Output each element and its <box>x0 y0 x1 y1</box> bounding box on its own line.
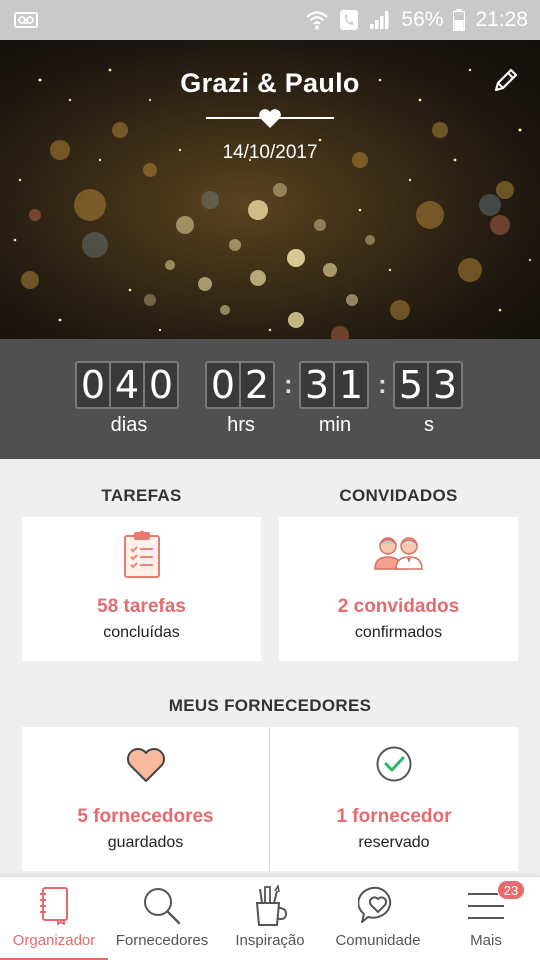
saved-vendors-card[interactable]: 5 fornecedores guardados <box>22 727 269 871</box>
nav-label: Inspiração <box>235 932 305 949</box>
check-circle-icon <box>376 746 412 782</box>
battery-icon <box>453 9 466 31</box>
pencil-icon <box>494 68 518 92</box>
minutes-label: min <box>318 414 352 436</box>
wedding-date: 14/10/2017 <box>222 142 318 163</box>
booked-vendors-status: reservado <box>358 834 430 851</box>
hours-label: hrs <box>227 414 255 436</box>
nav-label: Fornecedores <box>115 932 209 949</box>
tasks-card[interactable]: 58 tarefas concluídas <box>22 517 261 661</box>
countdown-days: 0 4 0 <box>75 361 179 409</box>
nav-label: Organizador <box>12 932 96 949</box>
seconds-digit: 5 <box>393 361 429 409</box>
guests-count: 2 convidados <box>337 596 460 617</box>
days-label: dias <box>110 414 148 436</box>
couple-names: Grazi & Paulo <box>180 68 360 98</box>
booked-vendors-card[interactable]: 1 fornecedor reservado <box>270 727 518 871</box>
notebook-icon <box>40 887 68 925</box>
seconds-digit: 3 <box>427 361 463 409</box>
clipboard-checklist-icon <box>123 530 160 578</box>
colon-separator: : <box>284 369 293 399</box>
nav-inspiracao[interactable]: Inspiração <box>216 877 324 960</box>
minutes-digit: 1 <box>333 361 369 409</box>
wifi-icon <box>305 9 329 31</box>
edit-button[interactable] <box>490 64 522 96</box>
nav-organizador[interactable]: Organizador <box>0 877 108 960</box>
voicemail-icon <box>14 12 38 28</box>
search-icon <box>144 888 181 925</box>
notification-badge: 23 <box>497 880 525 900</box>
countdown-panel: 0 4 0 dias 0 2 hrs : 3 1 min : 5 3 s <box>0 339 540 459</box>
bottom-navigation: Organizador Fornecedores Inspiração Comu… <box>0 876 540 960</box>
days-digit: 4 <box>109 361 145 409</box>
saved-vendors-count: 5 fornecedores <box>77 806 214 827</box>
booked-vendors-count: 1 fornecedor <box>336 806 452 827</box>
call-icon <box>339 9 359 31</box>
seconds-label: s <box>424 414 434 436</box>
tasks-section-title: TAREFAS <box>101 486 182 505</box>
minutes-digit: 3 <box>299 361 335 409</box>
nav-fornecedores[interactable]: Fornecedores <box>108 877 216 960</box>
nav-comunidade[interactable]: Comunidade <box>324 877 432 960</box>
days-digit: 0 <box>75 361 111 409</box>
hero-banner: Grazi & Paulo 14/10/2017 <box>0 40 540 339</box>
battery-percent: 56% <box>401 8 444 31</box>
saved-vendors-status: guardados <box>107 834 184 851</box>
heart-divider <box>206 109 334 128</box>
pencil-cup-icon <box>255 885 288 926</box>
hours-digit: 2 <box>239 361 275 409</box>
vendors-section-title: MEUS FORNECEDORES <box>168 696 372 715</box>
heart-icon <box>126 748 165 782</box>
days-digit: 0 <box>143 361 179 409</box>
clock: 21:28 <box>475 8 528 31</box>
tasks-count: 58 tarefas <box>97 596 186 617</box>
hours-digit: 0 <box>205 361 241 409</box>
nav-label: Mais <box>470 932 502 949</box>
tasks-status: concluídas <box>103 624 180 641</box>
countdown-hours: 0 2 <box>205 361 275 409</box>
guests-section-title: CONVIDADOS <box>339 486 458 505</box>
countdown-minutes: 3 1 <box>299 361 369 409</box>
colon-separator: : <box>378 369 387 399</box>
chat-heart-icon <box>358 886 392 923</box>
nav-label: Comunidade <box>335 932 421 949</box>
couple-icon <box>373 537 423 570</box>
status-bar: 56% 21:28 <box>0 0 540 40</box>
guests-status: confirmados <box>354 624 443 641</box>
countdown-seconds: 5 3 <box>393 361 463 409</box>
guests-card[interactable]: 2 convidados confirmados <box>279 517 518 661</box>
signal-icon <box>369 10 391 30</box>
